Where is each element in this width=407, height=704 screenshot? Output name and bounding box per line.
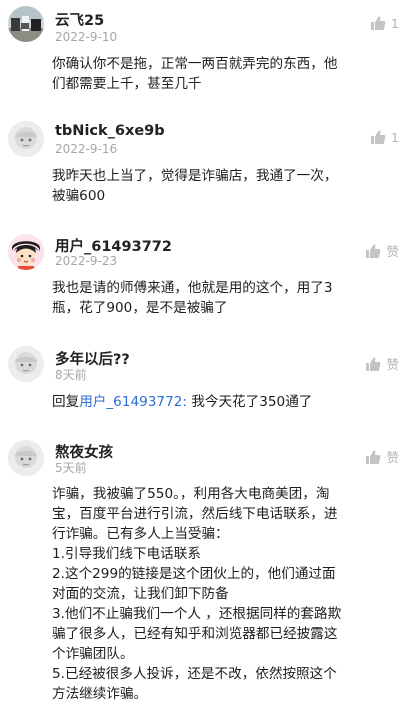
comment-line: 1.引导我们线下电话联系 [52,546,201,562]
comment-text: 我昨天也上当了，觉得是诈骗店，我通了一次， 被骗600 [52,166,398,206]
reply-text: 我今天花了350通了 [186,394,313,410]
reply-prefix: 回复 [52,394,80,410]
user-avatar[interactable] [8,346,44,382]
comment-line: 方法继续诈骗。 [52,686,148,702]
user-avatar[interactable] [8,440,44,476]
comment-date: 2022-9-23 [55,254,118,268]
comment-line: 2.这个299的链接是这个团伙上的，他们通过面 [52,566,336,582]
cartoon-avatar-icon [8,234,44,270]
thumbs-up-icon [366,449,381,464]
like-button[interactable]: 赞 [365,354,399,373]
reply-mention-link[interactable]: 用户_61493772: [79,394,187,410]
comment-line: 诈骗，我被骗了550。，利用各大电商美团，淘 [52,486,330,502]
comment-line: 5.已经被很多人投诉，还是不改，依然按照这个 [52,666,337,682]
like-button[interactable]: 赞 [365,447,399,466]
comment-date: 2022-9-16 [55,142,118,156]
reply-line: 回复用户_61493772: 我今天花了350通了 [52,392,398,412]
like-button[interactable]: 1 [370,129,399,145]
comment-line: 对面的交流，让我们卸下防备 [52,586,229,602]
thumbs-up-icon [366,356,381,371]
comment-line: 你确认你不是拖，正常一两百就弄完的东西，他 [52,56,338,72]
comment-text: 诈骗，我被骗了550。，利用各大电商美团，淘 宝，百度平台进行引流，然后线下电话… [52,484,398,704]
like-count: 1 [391,129,399,145]
thumbs-up-icon [366,243,381,258]
like-label: 赞 [386,244,399,259]
comment-line: 瓶，花了900，是不是被骗了 [52,300,228,316]
comment-text: 你确认你不是拖，正常一两百就弄完的东西，他 们都需要上千，甚至几千 [52,54,398,94]
default-avatar-icon [8,346,44,382]
like-label: 赞 [386,450,399,465]
like-button[interactable]: 1 [370,15,399,31]
comment-line: 宝，百度平台进行引流，然后线下电话联系，进 [52,506,338,522]
thumbs-up-icon [371,130,386,144]
comment-date: 8天前 [55,368,87,382]
like-label: 赞 [386,357,399,372]
comment-line: 个诈骗团队。 [52,646,134,662]
comment-line: 3.他们不止骗我们一个人 ，还根据同样的套路欺 [52,606,342,622]
default-avatar-icon [8,121,44,157]
avatar-photo-icon [8,6,44,42]
comment-line: 行诈骗。已有多人上当受骗： [52,526,229,542]
user-name[interactable]: 云飞25 [55,9,104,30]
comment-text: 回复用户_61493772: 我今天花了350通了 [52,392,398,412]
like-count: 1 [391,15,399,31]
comment-text: 我也是请的师傅来通，他就是用的这个，用了3 瓶，花了900，是不是被骗了 [52,278,398,318]
comment-line: 被骗600 [52,188,106,204]
user-name[interactable]: tbNick_6xe9b [55,123,165,139]
thumbs-up-icon [371,16,386,30]
like-button[interactable]: 赞 [365,241,399,260]
user-avatar[interactable] [8,121,44,157]
user-avatar[interactable] [8,234,44,270]
comment-line: 骗了很多人，已经有知乎和浏览器都已经披露这 [52,626,338,642]
comment-line: 们都需要上千，甚至几千 [52,76,202,92]
comment-date: 5天前 [55,461,87,475]
comment-line: 我也是请的师傅来通，他就是用的这个，用了3 [52,280,333,296]
comment-line: 我昨天也上当了，觉得是诈骗店，我通了一次， [52,168,338,184]
comment-date: 2022-9-10 [55,30,118,44]
default-avatar-icon [8,440,44,476]
user-name[interactable]: 用户_61493772 [55,235,172,256]
user-avatar[interactable] [8,6,44,42]
